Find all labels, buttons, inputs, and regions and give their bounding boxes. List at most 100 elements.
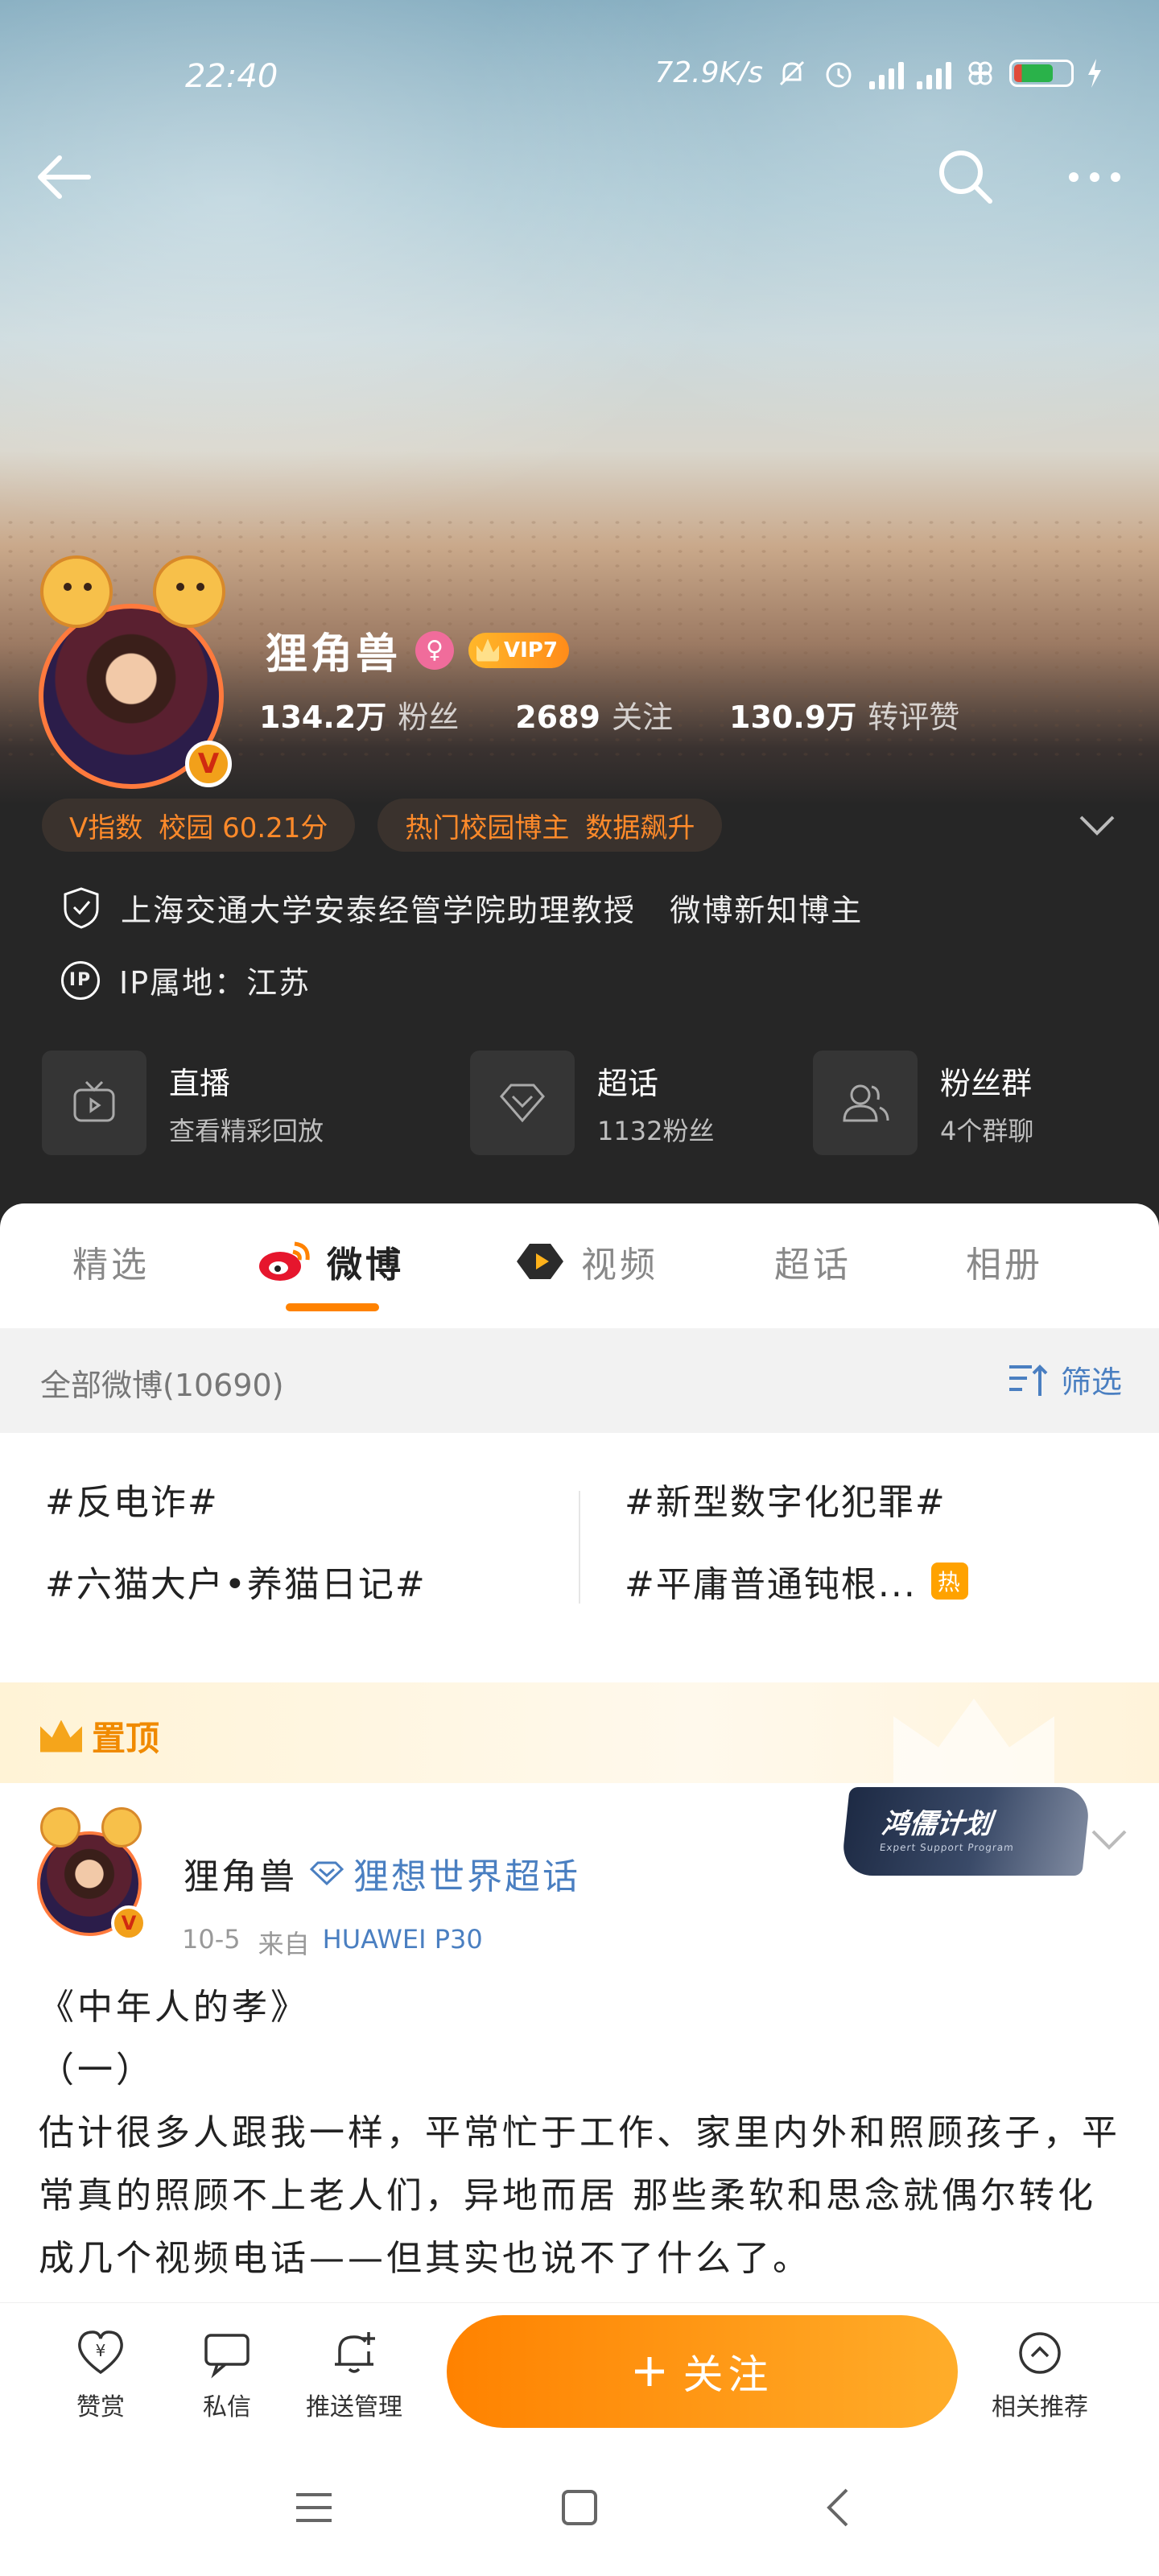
- follow-button[interactable]: 关注: [447, 2315, 958, 2428]
- post-card[interactable]: V 狸角兽 狸想世界超话 10-5 来自 HUAWEI P30 鸿儒计划 Exp…: [0, 1783, 1159, 2298]
- cow-decoration-icon: [40, 1807, 80, 1847]
- feature-title: 直播: [169, 1065, 231, 1101]
- shield-check-icon: [64, 886, 99, 929]
- system-navigation-bar: [0, 2439, 1159, 2576]
- reward-button[interactable]: ¥ 赞赏: [44, 2327, 157, 2422]
- feature-fan-group[interactable]: 粉丝群 4个群聊: [813, 1051, 1033, 1155]
- chevron-down-icon[interactable]: [1087, 1823, 1132, 1856]
- status-indicators: 72.9K/s: [654, 56, 1103, 89]
- crown-icon: [40, 1719, 82, 1752]
- stat-following[interactable]: 2689 关注: [515, 692, 673, 737]
- verification-info: 上海交通大学安泰经管学院助理教授 微博新知博主: [61, 886, 863, 930]
- tag-left: V指数: [69, 811, 143, 844]
- tab-video[interactable]: 视频: [514, 1236, 658, 1287]
- feature-live[interactable]: 直播 查看精彩回放: [42, 1051, 324, 1155]
- topic-item[interactable]: #新型数字化犯罪#: [625, 1473, 947, 1525]
- post-meta: 10-5 来自 HUAWEI P30: [182, 1924, 483, 1961]
- post-title-line: 《中年人的孝》: [39, 1987, 309, 2028]
- feature-supertopic[interactable]: 超话 1132粉丝: [470, 1051, 714, 1155]
- tab-featured[interactable]: 精选: [72, 1236, 150, 1287]
- verification-text: 上海交通大学安泰经管学院助理教授 微博新知博主: [121, 893, 864, 928]
- user-name: 狸角兽: [266, 630, 402, 679]
- cow-decoration-icon: [40, 555, 113, 628]
- post-header: 狸角兽 狸想世界超话: [184, 1847, 580, 1899]
- topic-text: #新型数字化犯罪#: [625, 1482, 947, 1523]
- verified-badge-icon: V: [185, 741, 232, 787]
- weibo-logo-icon: [259, 1241, 310, 1281]
- avatar[interactable]: V: [32, 555, 233, 789]
- crown-watermark-icon: [893, 1699, 1054, 1787]
- status-time: 22:40: [185, 58, 278, 95]
- vip-badge[interactable]: VIP7: [468, 632, 569, 668]
- diamond-icon: [310, 1861, 344, 1885]
- expert-plan-badge[interactable]: 鸿儒计划 Expert Support Program: [840, 1787, 1091, 1876]
- post-line: （一）: [39, 2050, 155, 2091]
- ip-location-text: IP属地：江苏: [119, 965, 311, 1001]
- topic-text: #反电诈#: [45, 1482, 219, 1523]
- stat-label: 粉丝: [398, 700, 460, 735]
- more-options-icon[interactable]: [1054, 145, 1135, 209]
- verified-badge-icon: V: [111, 1905, 146, 1941]
- post-avatar[interactable]: V: [37, 1807, 150, 1941]
- ip-icon: IP: [61, 960, 100, 1000]
- filter-button[interactable]: 筛选: [1008, 1357, 1122, 1402]
- post-author[interactable]: 狸角兽: [184, 1847, 297, 1899]
- diamond-icon: [470, 1051, 575, 1155]
- chevron-down-icon[interactable]: [1074, 809, 1120, 841]
- back-arrow-icon[interactable]: [32, 145, 97, 209]
- topic-item[interactable]: #反电诈#: [45, 1473, 219, 1525]
- topic-item[interactable]: #平庸普通钝根... 热: [625, 1555, 968, 1607]
- message-button[interactable]: 私信: [171, 2327, 283, 2422]
- topic-text: #六猫大户•养猫日记#: [45, 1564, 427, 1605]
- follow-label: 关注: [683, 2351, 773, 2398]
- top-nav: [0, 137, 1159, 217]
- supertopic-text: 狸想世界超话: [353, 1856, 580, 1897]
- post-count: 全部微博(10690): [40, 1368, 284, 1403]
- chevron-up-circle-icon: [1019, 2332, 1061, 2374]
- plan-subtitle: Expert Support Program: [879, 1842, 1015, 1853]
- pinned-bar: 置顶: [0, 1682, 1159, 1787]
- profile-features: 直播查看精彩回放 超话 1132粉丝 粉丝群 4个群聊: [42, 1051, 1120, 1158]
- feature-subtitle: 4个群聊: [940, 1115, 1034, 1146]
- action-label: 推送管理: [306, 2393, 402, 2421]
- mute-icon: [779, 60, 805, 85]
- stat-label: 转评赞: [868, 700, 960, 735]
- plan-title: 鸿儒计划: [880, 1808, 994, 1840]
- tab-supertopic[interactable]: 超话: [774, 1236, 852, 1287]
- topic-divider: [579, 1491, 580, 1604]
- search-icon[interactable]: [934, 145, 998, 209]
- heart-yuan-icon: ¥: [78, 2330, 123, 2375]
- menu-icon[interactable]: [290, 2483, 338, 2532]
- tab-album[interactable]: 相册: [966, 1236, 1043, 1287]
- feature-subtitle: 1132粉丝: [597, 1115, 715, 1146]
- tag-left: 热门校园博主: [405, 811, 570, 844]
- female-gender-icon: ♀: [415, 630, 455, 670]
- network-speed: 72.9K/s: [654, 56, 763, 89]
- stat-fans[interactable]: 134.2万 粉丝: [259, 692, 459, 737]
- hot-blogger-tag[interactable]: 热门校园博主 数据飙升: [377, 799, 723, 852]
- related-recommend-button[interactable]: 相关推荐: [984, 2327, 1096, 2422]
- video-logo-icon: [517, 1244, 563, 1279]
- bell-plus-icon: [335, 2332, 375, 2373]
- v-index-tag[interactable]: V指数 校园 60.21分: [42, 799, 356, 852]
- tv-icon: [42, 1051, 146, 1155]
- feature-subtitle: 查看精彩回放: [169, 1115, 324, 1146]
- topic-item[interactable]: #六猫大户•养猫日记#: [45, 1555, 427, 1607]
- vip-label: VIP7: [504, 638, 558, 663]
- plus-icon: [634, 2357, 664, 2386]
- push-settings-button[interactable]: 推送管理: [298, 2327, 410, 2422]
- tab-weibo[interactable]: 微博: [256, 1236, 404, 1287]
- tab-label: 微博: [327, 1245, 404, 1286]
- profile-tabs: 精选 微博 视频 超话 相册: [0, 1203, 1159, 1324]
- post-device[interactable]: HUAWEI P30: [323, 1924, 483, 1961]
- home-square-icon[interactable]: [555, 2483, 604, 2532]
- feature-title: 粉丝群: [940, 1065, 1033, 1101]
- tab-label: 视频: [581, 1245, 658, 1286]
- action-label: 赞赏: [76, 2393, 125, 2421]
- back-chevron-icon[interactable]: [816, 2483, 864, 2532]
- post-supertopic-link[interactable]: 狸想世界超话: [310, 1847, 580, 1899]
- stat-interactions[interactable]: 130.9万 转评赞: [729, 692, 959, 737]
- status-bar: 22:40 72.9K/s: [0, 48, 1159, 105]
- clover-icon: [968, 61, 992, 85]
- action-label: 相关推荐: [992, 2393, 1088, 2421]
